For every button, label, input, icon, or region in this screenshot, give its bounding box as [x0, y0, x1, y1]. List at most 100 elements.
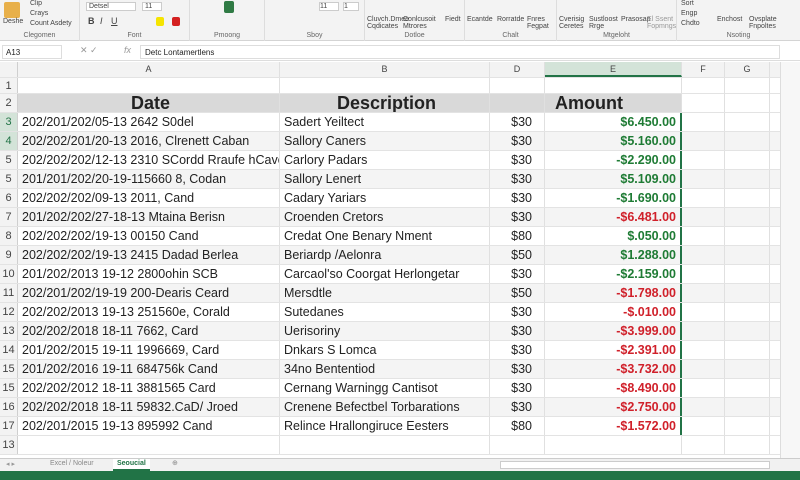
- description-cell[interactable]: Cadary Yariars: [280, 189, 490, 207]
- cell[interactable]: [682, 151, 725, 169]
- cell[interactable]: [490, 436, 545, 454]
- cell[interactable]: [490, 78, 545, 93]
- column-header-a[interactable]: A: [18, 62, 280, 77]
- amount-cell[interactable]: -$2.159.00: [545, 265, 682, 283]
- row-header[interactable]: 2: [0, 94, 18, 112]
- date-cell[interactable]: 202/202/202/19-13 00150 Cand: [18, 227, 280, 245]
- cell[interactable]: [682, 417, 725, 435]
- wrap-icon[interactable]: [224, 1, 234, 13]
- d-cell[interactable]: $30: [490, 208, 545, 226]
- date-cell[interactable]: 202/202/2013 19-13 251560e, Corald: [18, 303, 280, 321]
- description-cell[interactable]: Crenene Befectbel Torbarations: [280, 398, 490, 416]
- chart-item-3[interactable]: Fnres Fegpat: [527, 16, 555, 30]
- date-cell[interactable]: 202/202/202/19-13 2415 Dadad Berlea: [18, 246, 280, 264]
- sort-button[interactable]: Sort: [681, 0, 694, 7]
- amount-cell[interactable]: $1.288.00: [545, 246, 682, 264]
- description-cell[interactable]: Uerisoriny: [280, 322, 490, 340]
- cell[interactable]: [725, 417, 770, 435]
- date-cell[interactable]: 202/202/202/12-13 2310 SCordd Rraufe hCa…: [18, 151, 280, 169]
- amount-cell[interactable]: $6.450.00: [545, 113, 682, 131]
- add-sheet-icon[interactable]: ⊕: [172, 459, 178, 467]
- description-cell[interactable]: Mersdtle: [280, 284, 490, 302]
- cell[interactable]: [725, 303, 770, 321]
- cell[interactable]: [682, 265, 725, 283]
- amount-cell[interactable]: -$2.750.00: [545, 398, 682, 416]
- amount-cell[interactable]: -$1.572.00: [545, 417, 682, 435]
- horizontal-scrollbar[interactable]: [500, 461, 770, 469]
- row-header[interactable]: 1: [0, 78, 18, 93]
- description-cell[interactable]: Sadert Yeiltect: [280, 113, 490, 131]
- tab-scroll-arrows-icon[interactable]: ◂ ▸: [6, 460, 15, 468]
- migeloht-item-2[interactable]: Sustloost Rrge: [589, 16, 619, 30]
- d-cell[interactable]: $30: [490, 322, 545, 340]
- cell[interactable]: [682, 360, 725, 378]
- italic-button[interactable]: I: [100, 16, 103, 26]
- row-header[interactable]: 9: [0, 246, 18, 264]
- d-cell[interactable]: $30: [490, 265, 545, 283]
- date-cell[interactable]: 202/201/202/19-19 200-Dearis Ceard: [18, 284, 280, 302]
- d-cell[interactable]: $30: [490, 113, 545, 131]
- d-cell[interactable]: $80: [490, 227, 545, 245]
- date-cell[interactable]: 202/202/2018 18-11 7662, Card: [18, 322, 280, 340]
- cell[interactable]: [725, 436, 770, 454]
- d-cell[interactable]: $30: [490, 189, 545, 207]
- editing-button[interactable]: Cluvch.Dmee Cqdicates: [367, 16, 409, 30]
- fx-icon[interactable]: fx ✕ ✓: [80, 45, 136, 59]
- d-cell[interactable]: $80: [490, 417, 545, 435]
- description-cell[interactable]: Relince Hrallongiruce Eesters: [280, 417, 490, 435]
- column-header-b[interactable]: B: [280, 62, 490, 77]
- row-header[interactable]: 12: [0, 303, 18, 321]
- date-cell[interactable]: 202/202/2018 18-11 59832.CaD/ Jroed: [18, 398, 280, 416]
- font-color-icon[interactable]: [172, 17, 180, 26]
- underline-button[interactable]: U: [111, 16, 118, 26]
- cell[interactable]: [18, 78, 280, 93]
- number-format-select[interactable]: 11: [319, 2, 339, 11]
- paste-button[interactable]: Deshe: [3, 18, 23, 25]
- formula-input[interactable]: Detc Lontamertlens: [140, 45, 780, 59]
- date-header[interactable]: Date: [18, 94, 280, 112]
- cell[interactable]: [280, 436, 490, 454]
- chdto-button[interactable]: Chdto: [681, 20, 700, 27]
- cell[interactable]: [682, 436, 725, 454]
- cell[interactable]: [682, 284, 725, 302]
- cell[interactable]: [725, 132, 770, 150]
- description-cell[interactable]: Credat One Benary Nment: [280, 227, 490, 245]
- row-header[interactable]: 15: [0, 379, 18, 397]
- decimals-select[interactable]: 1: [343, 2, 359, 11]
- cell[interactable]: [725, 113, 770, 131]
- field-button[interactable]: Fiedt: [445, 16, 461, 23]
- cell[interactable]: [725, 170, 770, 188]
- cell[interactable]: [725, 189, 770, 207]
- date-cell[interactable]: 201/202/202/27-18-13 Mtaina Berisn: [18, 208, 280, 226]
- description-cell[interactable]: Cernang Warningg Cantisot: [280, 379, 490, 397]
- conditional-format-button[interactable]: Conlcusoit Mtrores: [403, 16, 443, 30]
- cell[interactable]: [545, 78, 682, 93]
- cell[interactable]: [280, 78, 490, 93]
- row-header[interactable]: 7: [0, 208, 18, 226]
- cell[interactable]: [682, 189, 725, 207]
- amount-cell[interactable]: -$2.290.00: [545, 151, 682, 169]
- column-header-f[interactable]: F: [682, 62, 725, 77]
- description-cell[interactable]: Sutedanes: [280, 303, 490, 321]
- d-cell[interactable]: $30: [490, 170, 545, 188]
- cell[interactable]: [725, 360, 770, 378]
- cell[interactable]: [682, 341, 725, 359]
- vertical-scrollbar[interactable]: [780, 62, 800, 458]
- cell[interactable]: [725, 341, 770, 359]
- cell[interactable]: [725, 398, 770, 416]
- chart-item-2[interactable]: Rorratde: [497, 16, 524, 23]
- cell[interactable]: [682, 208, 725, 226]
- d-cell[interactable]: $30: [490, 341, 545, 359]
- migeloht-item-4[interactable]: El Ssent Fopmngs: [647, 16, 676, 30]
- cut-button[interactable]: Clip: [30, 0, 42, 7]
- description-cell[interactable]: Carcaol'so Coorgat Herlongetar: [280, 265, 490, 283]
- description-cell[interactable]: Carlory Padars: [280, 151, 490, 169]
- description-header[interactable]: Description: [280, 94, 490, 112]
- date-cell[interactable]: 201/201/202/20-19-115660 8, Codan: [18, 170, 280, 188]
- cell[interactable]: [682, 379, 725, 397]
- sheet-tab-seoucial[interactable]: Seoucial: [113, 459, 150, 471]
- row-header[interactable]: 14: [0, 341, 18, 359]
- cell[interactable]: [682, 227, 725, 245]
- cell[interactable]: [682, 303, 725, 321]
- amount-cell[interactable]: -$2.391.00: [545, 341, 682, 359]
